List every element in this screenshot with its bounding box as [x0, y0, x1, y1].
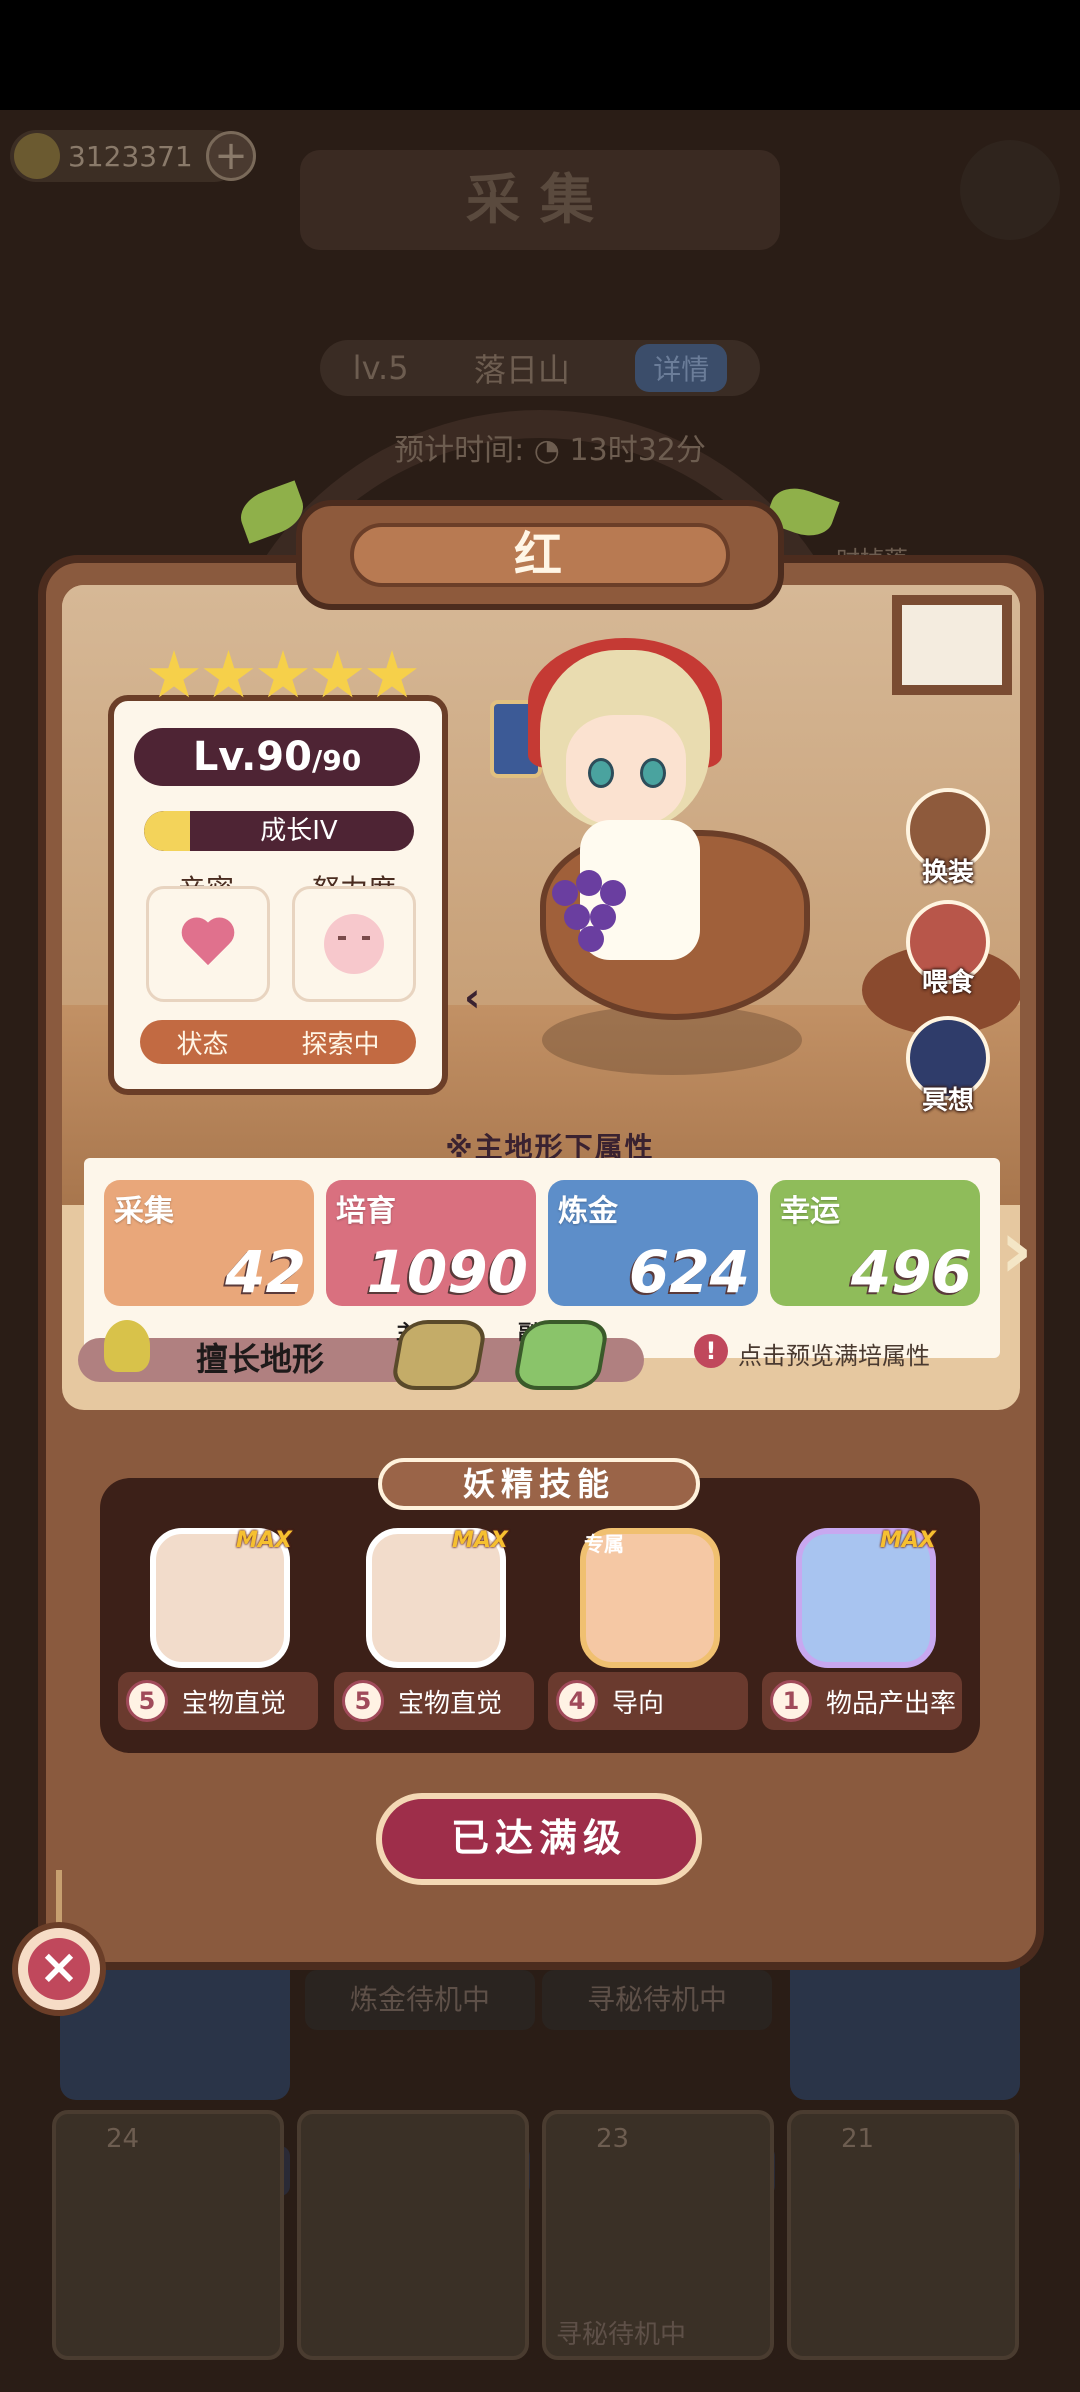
- currency-amount: 3123371: [68, 139, 193, 173]
- terrain-label: 擅长地形: [196, 1340, 325, 1378]
- coin-icon: [14, 133, 60, 179]
- eta-text: 预计时间: ◔ 13时32分: [380, 425, 720, 469]
- bg-portrait-level: 21: [841, 2124, 875, 2154]
- stat-value: 624: [628, 1238, 750, 1306]
- stat-gather: 采集 42: [104, 1180, 314, 1306]
- stat-name: 幸运: [780, 1194, 840, 1229]
- lightbulb-icon: [104, 1320, 150, 1372]
- grape: [578, 926, 604, 952]
- stat-luck: 幸运 496: [770, 1180, 980, 1306]
- currency-display: 3123371 +: [10, 130, 256, 182]
- rarity-stars: [148, 650, 418, 710]
- rope-decoration: [56, 1870, 62, 1926]
- location-name: 落日山: [473, 351, 570, 389]
- bg-portrait[interactable]: 24: [52, 2110, 284, 2360]
- room-window: [892, 595, 1012, 695]
- effort-box[interactable]: [292, 886, 416, 1002]
- grape: [576, 870, 602, 896]
- skill-level: 1: [770, 1680, 812, 1722]
- stat-cultivate: 培育 1090: [326, 1180, 536, 1306]
- skill-badge: 专属: [584, 1532, 624, 1556]
- stat-name: 采集: [114, 1194, 174, 1229]
- skill-name: 宝物直觉: [398, 1688, 503, 1719]
- detail-button[interactable]: 详情: [635, 344, 728, 392]
- grape: [600, 880, 626, 906]
- location-bar: lv.5 落日山 详情: [320, 340, 760, 396]
- stat-value: 496: [850, 1238, 972, 1306]
- bg-portrait[interactable]: 23 寻秘待机中: [542, 2110, 774, 2360]
- skill-name-plate[interactable]: 5 宝物直觉: [334, 1672, 534, 1730]
- character-name: 红: [350, 523, 730, 587]
- growth-bar: 成长IV: [144, 811, 414, 851]
- skills-title: 妖精技能: [378, 1458, 700, 1510]
- sprout-terrain-icon[interactable]: [511, 1320, 611, 1390]
- skill-badge: MAX: [236, 1528, 292, 1553]
- skill-level: 5: [342, 1680, 384, 1722]
- skill-badge: MAX: [452, 1528, 508, 1553]
- bg-card-status: 炼金待机中: [305, 1970, 535, 2030]
- star-icon: [203, 650, 254, 698]
- location-level: lv.5: [352, 349, 409, 387]
- star-icon: [258, 650, 308, 698]
- close-button[interactable]: ×: [12, 1922, 106, 2016]
- growth-label: 成长IV: [260, 816, 338, 846]
- bg-portrait-status: 寻秘待机中: [556, 2320, 687, 2350]
- happy-face-icon: [324, 914, 384, 974]
- skill-badge: MAX: [880, 1528, 936, 1553]
- star-icon: [367, 650, 417, 698]
- preview-hint[interactable]: 点击预览满培属性: [738, 1336, 930, 1371]
- stat-value: 1090: [366, 1238, 528, 1306]
- eta-value: 13时32分: [569, 433, 706, 468]
- star-icon: [149, 650, 199, 698]
- level-value: Lv.90: [192, 734, 312, 780]
- skill-name: 导向: [612, 1688, 665, 1719]
- skill-name-plate[interactable]: 4 导向: [548, 1672, 748, 1730]
- next-arrow-icon[interactable]: ›: [1000, 1210, 1060, 1290]
- stat-name: 培育: [336, 1194, 396, 1229]
- status-bar: 状态 探索中: [140, 1020, 416, 1064]
- max-level-button[interactable]: 已达满级: [376, 1793, 702, 1885]
- stat-alchemy: 炼金 624: [548, 1180, 758, 1306]
- stat-name: 炼金: [558, 1194, 618, 1229]
- skill-level: 5: [126, 1680, 168, 1722]
- mountain-terrain-icon[interactable]: [389, 1320, 489, 1390]
- character-eye: [640, 758, 666, 788]
- skill-name: 宝物直觉: [182, 1688, 287, 1719]
- heart-icon: [180, 919, 236, 969]
- skill-name-plate[interactable]: 1 物品产出率: [762, 1672, 962, 1730]
- level-badge: Lv.90/90: [134, 728, 420, 786]
- bg-card-status: 寻秘待机中: [542, 1970, 772, 2030]
- star-icon: [312, 650, 363, 698]
- skill-name: 物品产出率: [826, 1688, 957, 1719]
- character-eye: [588, 758, 614, 788]
- status-value: 探索中: [301, 1029, 380, 1060]
- stat-value: 42: [225, 1238, 306, 1306]
- exclamation-icon: !: [694, 1334, 728, 1368]
- skill-level: 4: [556, 1680, 598, 1722]
- feed-label: 喂食: [921, 968, 974, 998]
- bg-portrait[interactable]: 21: [787, 2110, 1019, 2360]
- intimacy-box[interactable]: [146, 886, 270, 1002]
- collapse-arrow-icon[interactable]: ‹: [464, 975, 504, 1025]
- status-label: 状态: [176, 1029, 229, 1060]
- close-icon: ×: [28, 1938, 90, 2000]
- outfit-label: 换装: [921, 858, 974, 888]
- skill-name-plate[interactable]: 5 宝物直觉: [118, 1672, 318, 1730]
- screen-title: 采集: [300, 150, 780, 250]
- top-right-button[interactable]: [960, 140, 1060, 240]
- clock-icon: ◔: [533, 433, 560, 468]
- bg-portrait-level: 23: [596, 2124, 630, 2154]
- eta-label: 预计时间:: [394, 433, 525, 468]
- bg-portrait[interactable]: [297, 2110, 529, 2360]
- grape: [552, 880, 578, 906]
- meditate-label: 冥想: [921, 1086, 974, 1116]
- add-currency-button[interactable]: +: [206, 131, 256, 181]
- name-banner: 红: [296, 500, 784, 610]
- character-face: [566, 715, 686, 825]
- bg-portrait-level: 24: [106, 2124, 140, 2154]
- level-max: /90: [311, 744, 362, 777]
- bg-fairy-card[interactable]: [790, 1950, 1020, 2100]
